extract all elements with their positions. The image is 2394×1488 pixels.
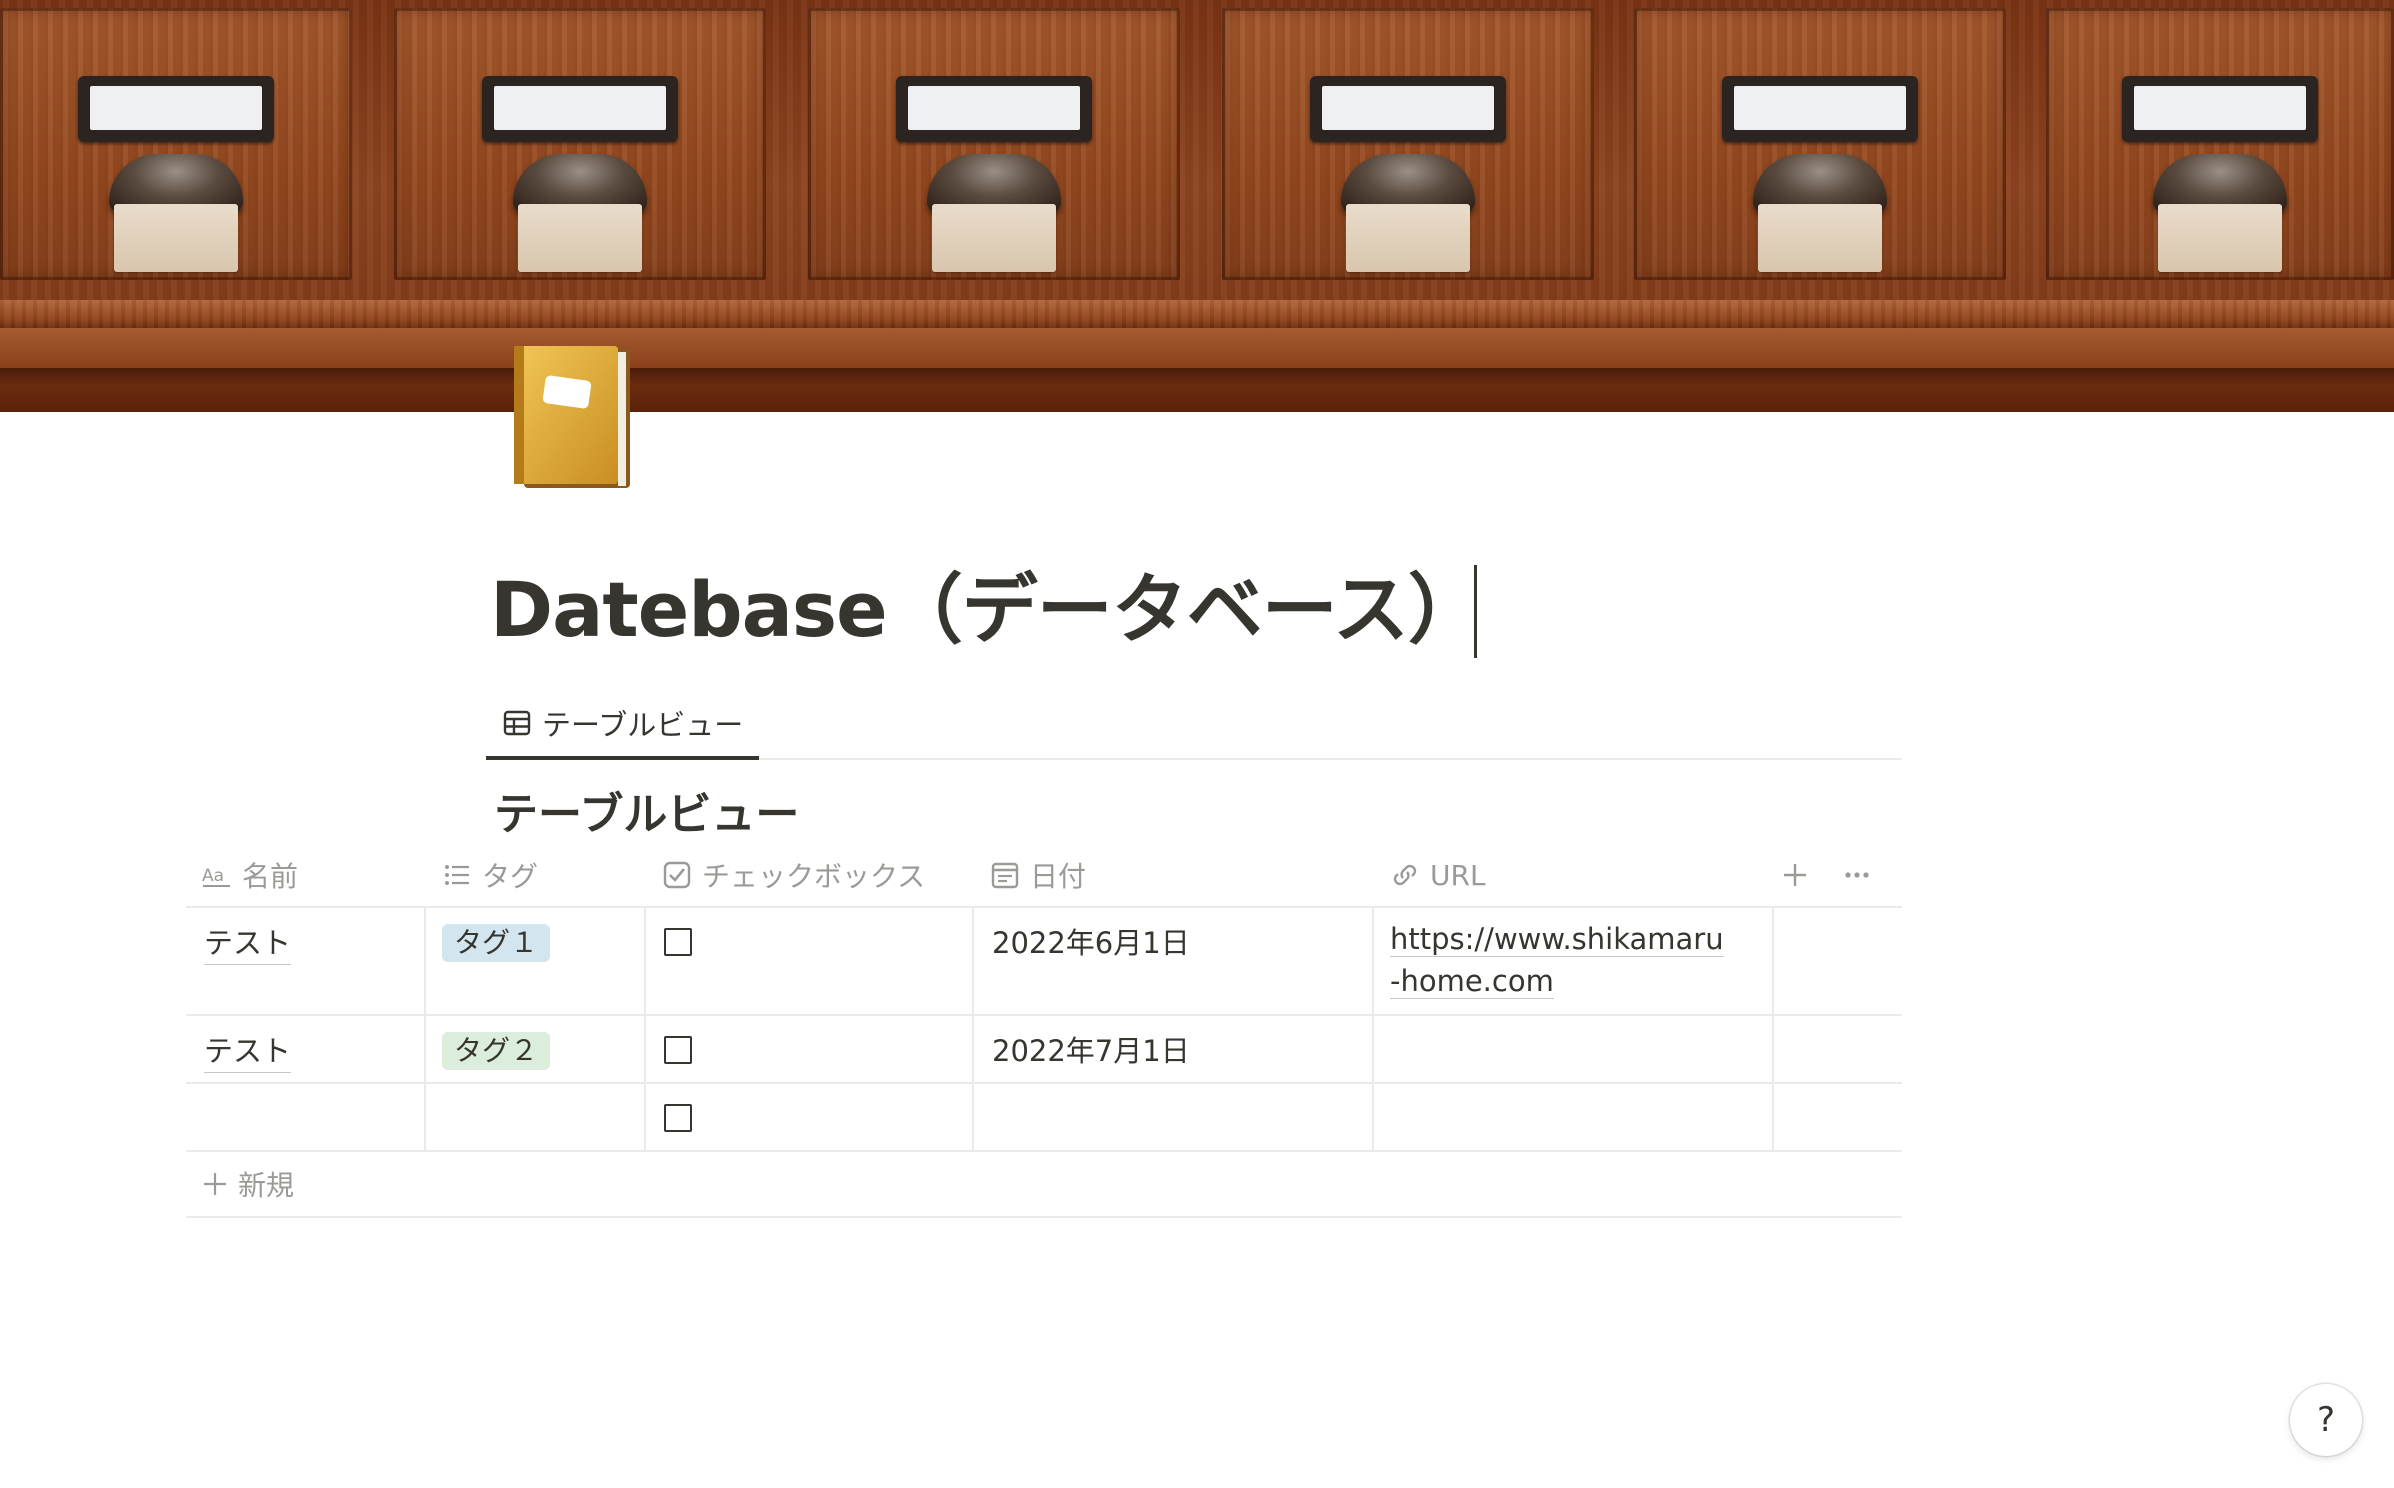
url-text[interactable]: https://www.shikamaru-home.com [1390, 922, 1724, 999]
cover-rail [0, 300, 2394, 328]
plus-icon [204, 1173, 226, 1195]
checkbox[interactable] [664, 1036, 692, 1064]
cell-tag[interactable]: タグ１ [426, 908, 646, 1014]
table-row[interactable] [186, 1084, 1902, 1152]
url-link[interactable]: https://www.shikamaru-home.com [1390, 918, 1730, 1002]
list-icon [445, 865, 469, 885]
cell-checkbox[interactable] [646, 1016, 974, 1082]
cell-tag[interactable] [426, 1084, 646, 1150]
tag-pill: タグ１ [442, 924, 551, 962]
svg-text:Aa: Aa [202, 866, 224, 886]
cell-date[interactable]: 2022年6月1日 [974, 908, 1374, 1014]
page-cover[interactable] [0, 0, 2394, 412]
cell-checkbox[interactable] [646, 908, 974, 1014]
checkbox-icon [663, 861, 691, 889]
notebook-icon[interactable] [506, 340, 634, 492]
column-label: 日付 [1030, 860, 1087, 893]
column-label: 名前 [242, 860, 299, 893]
column-header-date[interactable]: 日付 [974, 844, 1374, 906]
link-icon [1393, 864, 1417, 886]
date-value: 2022年7月1日 [992, 1034, 1190, 1068]
table-row[interactable]: テスト タグ１ 2022年6月1日 https://www.shikamaru-… [186, 908, 1902, 1016]
cover-drawer [1634, 8, 2006, 280]
cell-date[interactable] [974, 1084, 1374, 1150]
cell-url[interactable] [1374, 1016, 1774, 1082]
cell-name[interactable]: テスト [186, 1016, 426, 1082]
view-tabs: テーブルビュー [486, 690, 1902, 760]
table-icon [503, 710, 531, 736]
cell-name[interactable]: テスト [186, 908, 426, 1014]
cover-rail [0, 368, 2394, 412]
tab-label: テーブルビュー [542, 708, 744, 742]
table-row[interactable]: テスト タグ２ 2022年7月1日 [186, 1016, 1902, 1084]
page-title[interactable]: Datebase（データベース） [490, 560, 1484, 660]
column-label: URL [1430, 858, 1486, 892]
cover-drawer [808, 8, 1180, 280]
more-options-icon[interactable] [1842, 860, 1872, 890]
cell-url[interactable]: https://www.shikamaru-home.com [1374, 908, 1774, 1014]
cell-checkbox[interactable] [646, 1084, 974, 1150]
tag-pill: タグ２ [442, 1032, 551, 1070]
column-header-tag[interactable]: タグ [426, 844, 646, 906]
column-header-url[interactable]: URL [1374, 844, 1774, 906]
database-table: Aa 名前 タグ チェックボックス 日付 URL テスト タグ１ 2022年6月… [186, 844, 1902, 1218]
column-label: チェックボックス [702, 860, 926, 893]
column-header-checkbox[interactable]: チェックボックス [646, 844, 974, 906]
checkbox[interactable] [664, 928, 692, 956]
new-row-label: 新規 [238, 1169, 295, 1202]
text-aa-icon: Aa [202, 866, 230, 887]
column-header-name[interactable]: Aa 名前 [186, 844, 426, 906]
row-name[interactable]: テスト [204, 1030, 292, 1073]
row-name[interactable]: テスト [204, 922, 292, 965]
cell-url[interactable] [1374, 1084, 1774, 1150]
cover-drawer [394, 8, 766, 280]
cover-rail [0, 328, 2394, 368]
cell-name[interactable] [186, 1084, 426, 1150]
new-row-button[interactable]: 新規 [186, 1152, 1902, 1218]
add-column-button[interactable] [1780, 860, 1810, 890]
text-caret [1474, 565, 1477, 658]
cell-tag[interactable]: タグ２ [426, 1016, 646, 1082]
help-button[interactable]: ? [2290, 1384, 2362, 1456]
column-label: タグ [482, 860, 539, 893]
cover-drawer [0, 8, 352, 280]
tab-table-view[interactable]: テーブルビュー [486, 690, 760, 760]
checkbox[interactable] [664, 1104, 692, 1132]
table-header: Aa 名前 タグ チェックボックス 日付 URL [186, 844, 1902, 908]
date-value: 2022年6月1日 [992, 926, 1190, 960]
calendar-icon [991, 862, 1019, 889]
cell-date[interactable]: 2022年7月1日 [974, 1016, 1374, 1082]
view-title[interactable]: テーブルビュー [494, 778, 799, 842]
cover-drawer [1222, 8, 1594, 280]
cover-drawer [2046, 8, 2394, 280]
